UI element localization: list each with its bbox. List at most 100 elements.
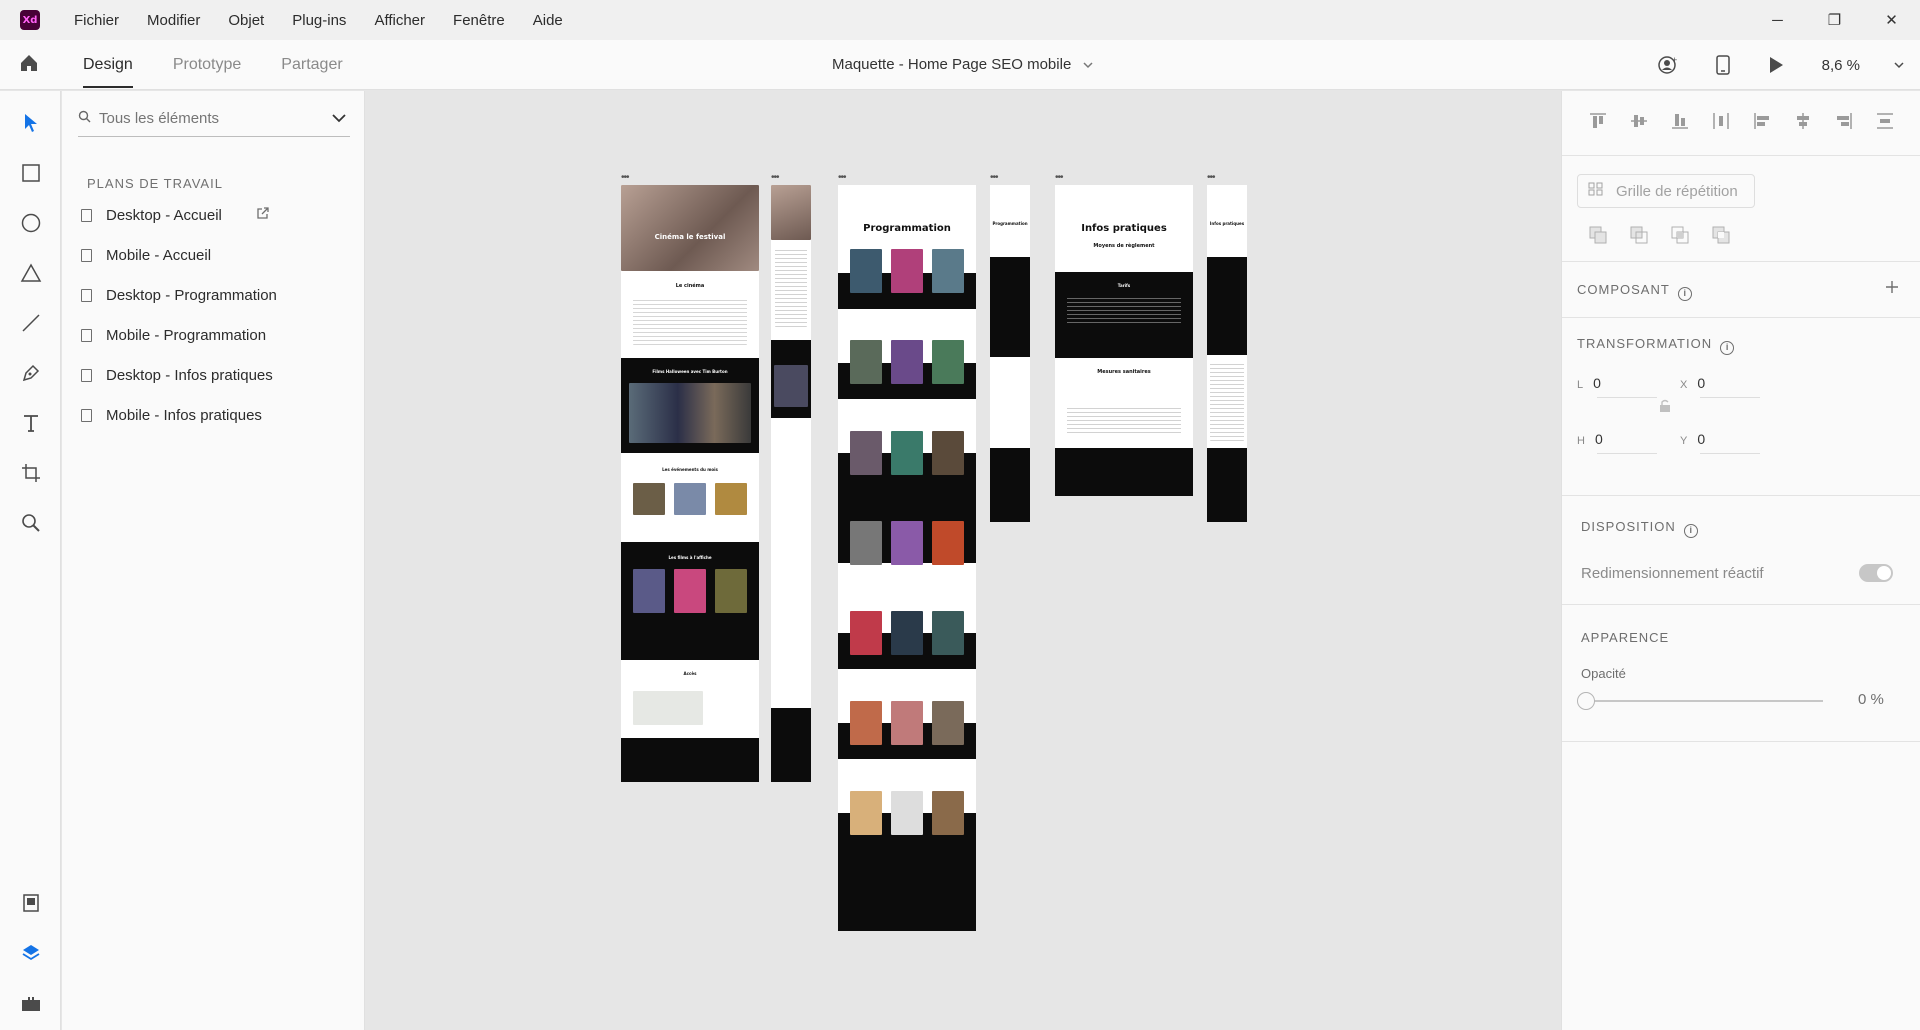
y-field[interactable]: Y0 <box>1680 431 1760 454</box>
add-boolean-icon[interactable] <box>1577 221 1618 249</box>
distribute-horizontal-icon[interactable] <box>1700 106 1741 136</box>
info-icon[interactable]: i <box>1720 341 1735 355</box>
film-poster <box>891 340 923 384</box>
menu-afficher[interactable]: Afficher <box>374 12 425 29</box>
divider <box>1562 261 1920 262</box>
responsive-resize-label: Redimensionnement réactif <box>1581 565 1764 582</box>
design-canvas[interactable]: ••• Cinéma le festival Le cinéma Films H… <box>366 91 1561 1030</box>
zoom-dropdown-icon[interactable] <box>1894 61 1904 69</box>
subtract-boolean-icon[interactable] <box>1618 221 1659 249</box>
artboard-handle[interactable]: ••• <box>771 173 779 183</box>
artboard-tool-icon[interactable] <box>19 461 43 485</box>
text-block <box>1210 361 1244 441</box>
zoom-level[interactable]: 8,6 % <box>1822 57 1860 74</box>
zoom-tool-icon[interactable] <box>19 511 43 535</box>
search-input[interactable] <box>99 110 319 127</box>
repeat-grid-button[interactable]: Grille de répétition <box>1577 174 1755 208</box>
layers-panel-icon[interactable] <box>19 941 43 965</box>
tab-design[interactable]: Design <box>83 40 133 88</box>
divider <box>1562 495 1920 496</box>
pen-tool-icon[interactable] <box>19 361 43 385</box>
responsive-resize-toggle[interactable] <box>1859 564 1893 582</box>
rectangle-tool-icon[interactable] <box>19 161 43 185</box>
chevron-down-icon[interactable] <box>332 110 346 128</box>
text-tool-icon[interactable] <box>19 411 43 435</box>
document-title[interactable]: Maquette - Home Page SEO mobile <box>832 40 1093 90</box>
menu-fenetre[interactable]: Fenêtre <box>453 12 505 29</box>
x-field[interactable]: X0 <box>1680 375 1760 398</box>
external-link-icon[interactable] <box>256 206 270 224</box>
close-button[interactable]: ✕ <box>1863 0 1920 40</box>
select-tool-icon[interactable] <box>19 111 43 135</box>
tools-panel <box>0 91 61 1030</box>
info-icon[interactable]: i <box>1683 524 1698 538</box>
film-poster <box>891 249 923 293</box>
minimize-button[interactable]: ─ <box>1749 0 1806 40</box>
opacity-slider-track[interactable] <box>1585 700 1823 702</box>
plugins-panel-icon[interactable] <box>19 991 43 1015</box>
distribute-vertical-icon[interactable] <box>1864 106 1905 136</box>
align-right-icon[interactable] <box>1823 106 1864 136</box>
align-center-icon[interactable] <box>1782 106 1823 136</box>
add-component-icon[interactable] <box>1884 279 1900 300</box>
artboard-item-mobile-programmation[interactable]: Mobile - Programmation <box>79 315 349 355</box>
intersect-boolean-icon[interactable] <box>1659 221 1700 249</box>
artboard-mobile-accueil[interactable] <box>771 185 811 782</box>
artboard-mobile-programmation[interactable]: Programmation <box>990 185 1030 522</box>
lock-icon[interactable] <box>1659 399 1671 418</box>
artboard-item-mobile-infos[interactable]: Mobile - Infos pratiques <box>79 395 349 435</box>
artboard-handle[interactable]: ••• <box>1207 173 1215 183</box>
artboard-mobile-infos[interactable]: Infos pratiques <box>1207 185 1247 522</box>
mobile-preview-icon[interactable] <box>1715 55 1730 75</box>
dark-section <box>1207 257 1247 355</box>
artboards-section-title: PLANS DE TRAVAIL <box>87 176 223 191</box>
opacity-value[interactable]: 0 % <box>1858 691 1884 708</box>
menu-objet[interactable]: Objet <box>228 12 264 29</box>
exclude-boolean-icon[interactable] <box>1700 221 1741 249</box>
home-icon[interactable] <box>18 52 40 79</box>
section-heading: Moyens de règlement <box>1093 243 1155 249</box>
artboard-icon <box>81 328 92 342</box>
svg-text:+: + <box>1672 55 1677 65</box>
polygon-tool-icon[interactable] <box>19 261 43 285</box>
film-poster <box>850 340 882 384</box>
artboard-item-desktop-accueil[interactable]: Desktop - Accueil <box>79 195 349 235</box>
align-middle-icon[interactable] <box>1618 106 1659 136</box>
artboard-item-label: Desktop - Programmation <box>106 286 277 304</box>
artboard-desktop-infos[interactable]: Infos pratiques Moyens de règlement Tari… <box>1055 185 1193 496</box>
footer <box>1207 448 1247 522</box>
menu-modifier[interactable]: Modifier <box>147 12 200 29</box>
film-poster <box>891 521 923 565</box>
tab-prototype[interactable]: Prototype <box>173 40 241 90</box>
ellipse-tool-icon[interactable] <box>19 211 43 235</box>
tab-partager[interactable]: Partager <box>281 40 342 90</box>
artboard-handle[interactable]: ••• <box>990 173 998 183</box>
menu-plugins[interactable]: Plug-ins <box>292 12 346 29</box>
artboard-item-mobile-accueil[interactable]: Mobile - Accueil <box>79 235 349 275</box>
width-field[interactable]: L0 <box>1577 375 1657 398</box>
height-field[interactable]: H0 <box>1577 431 1657 454</box>
artboard-handle[interactable]: ••• <box>1055 173 1063 183</box>
artboard-item-desktop-programmation[interactable]: Desktop - Programmation <box>79 275 349 315</box>
user-share-icon[interactable]: + <box>1657 55 1678 75</box>
artboard-desktop-accueil[interactable]: Cinéma le festival Le cinéma Films Hallo… <box>621 185 759 782</box>
artboard-desktop-programmation[interactable]: Programmation <box>838 185 976 931</box>
restore-button[interactable]: ❐ <box>1806 0 1863 40</box>
artboard-handle[interactable]: ••• <box>838 173 846 183</box>
assets-panel-icon[interactable] <box>19 891 43 915</box>
artboard-handle[interactable]: ••• <box>621 173 629 183</box>
artboard-item-desktop-infos[interactable]: Desktop - Infos pratiques <box>79 355 349 395</box>
align-left-icon[interactable] <box>1741 106 1782 136</box>
footer <box>621 738 759 782</box>
divider <box>1562 155 1920 156</box>
menu-aide[interactable]: Aide <box>533 12 563 29</box>
menu-fichier[interactable]: Fichier <box>74 12 119 29</box>
play-icon[interactable] <box>1768 56 1784 74</box>
layers-panel: PLANS DE TRAVAIL Desktop - Accueil Mobil… <box>62 91 365 1030</box>
info-icon[interactable]: i <box>1677 287 1692 301</box>
align-bottom-icon[interactable] <box>1659 106 1700 136</box>
align-top-icon[interactable] <box>1577 106 1618 136</box>
mode-tabs: Design Prototype Partager <box>83 40 383 90</box>
line-tool-icon[interactable] <box>19 311 43 335</box>
opacity-slider-knob[interactable] <box>1577 692 1595 710</box>
